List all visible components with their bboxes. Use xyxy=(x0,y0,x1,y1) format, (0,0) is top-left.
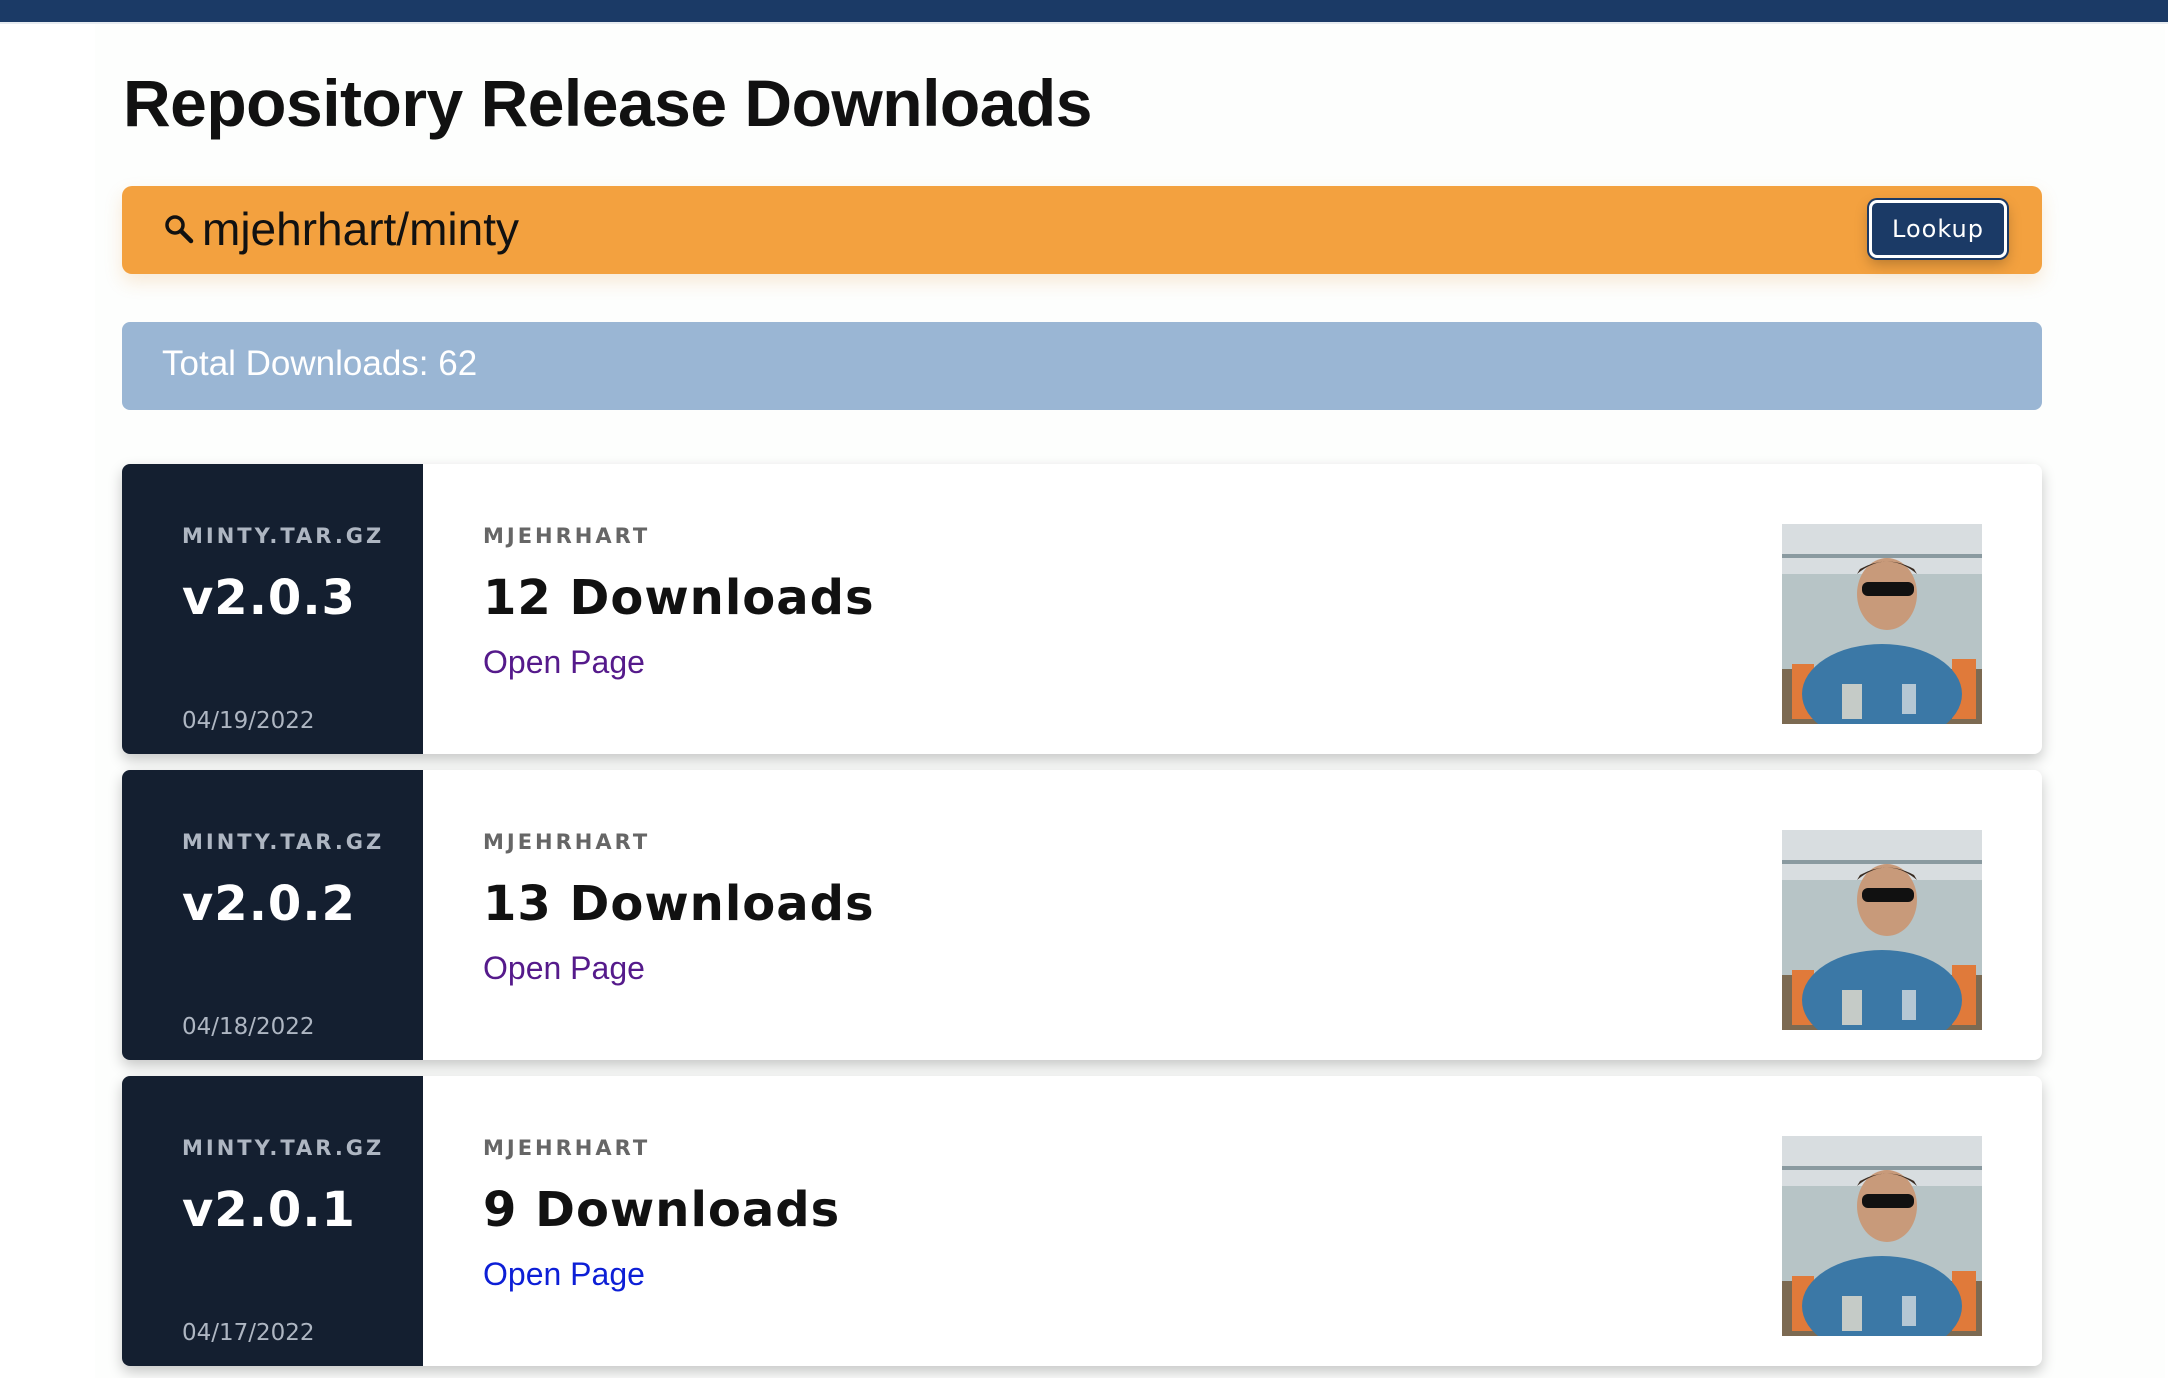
release-author: MJEHRHART xyxy=(483,1136,651,1160)
page-title: Repository Release Downloads xyxy=(123,66,1092,140)
top-bar xyxy=(0,0,2168,24)
release-info-panel: MINTY.TAR.GZ v2.0.2 04/18/2022 xyxy=(122,770,423,1060)
release-version: v2.0.3 xyxy=(182,570,356,626)
release-author: MJEHRHART xyxy=(483,830,651,854)
release-card: MINTY.TAR.GZ v2.0.2 04/18/2022 MJEHRHART… xyxy=(122,770,2042,1060)
release-info-panel: MINTY.TAR.GZ v2.0.1 04/17/2022 xyxy=(122,1076,423,1366)
open-page-link[interactable]: Open Page xyxy=(483,950,645,987)
asset-name: MINTY.TAR.GZ xyxy=(182,1136,385,1160)
author-avatar xyxy=(1782,830,1982,1030)
total-downloads-label: Total Downloads: 62 xyxy=(162,344,478,383)
search-input[interactable] xyxy=(202,198,1702,260)
lookup-button[interactable]: Lookup xyxy=(1869,200,2007,258)
release-date: 04/18/2022 xyxy=(182,1014,315,1040)
open-page-link[interactable]: Open Page xyxy=(483,1256,645,1293)
release-card: MINTY.TAR.GZ v2.0.3 04/19/2022 MJEHRHART… xyxy=(122,464,2042,754)
open-page-link[interactable]: Open Page xyxy=(483,644,645,681)
download-count: 13 Downloads xyxy=(483,876,875,932)
release-info-panel: MINTY.TAR.GZ v2.0.3 04/19/2022 xyxy=(122,464,423,754)
download-count: 12 Downloads xyxy=(483,570,875,626)
search-icon xyxy=(165,215,194,244)
release-version: v2.0.2 xyxy=(182,876,356,932)
asset-name: MINTY.TAR.GZ xyxy=(182,830,385,854)
total-downloads-banner: Total Downloads: 62 xyxy=(122,322,2042,410)
release-card: MINTY.TAR.GZ v2.0.1 04/17/2022 MJEHRHART… xyxy=(122,1076,2042,1366)
release-version: v2.0.1 xyxy=(182,1182,356,1238)
author-avatar xyxy=(1782,1136,1982,1336)
download-count: 9 Downloads xyxy=(483,1182,841,1238)
author-avatar xyxy=(1782,524,1982,724)
release-date: 04/19/2022 xyxy=(182,708,315,734)
search-bar: Lookup xyxy=(122,186,2042,274)
asset-name: MINTY.TAR.GZ xyxy=(182,524,385,548)
release-date: 04/17/2022 xyxy=(182,1320,315,1346)
release-author: MJEHRHART xyxy=(483,524,651,548)
